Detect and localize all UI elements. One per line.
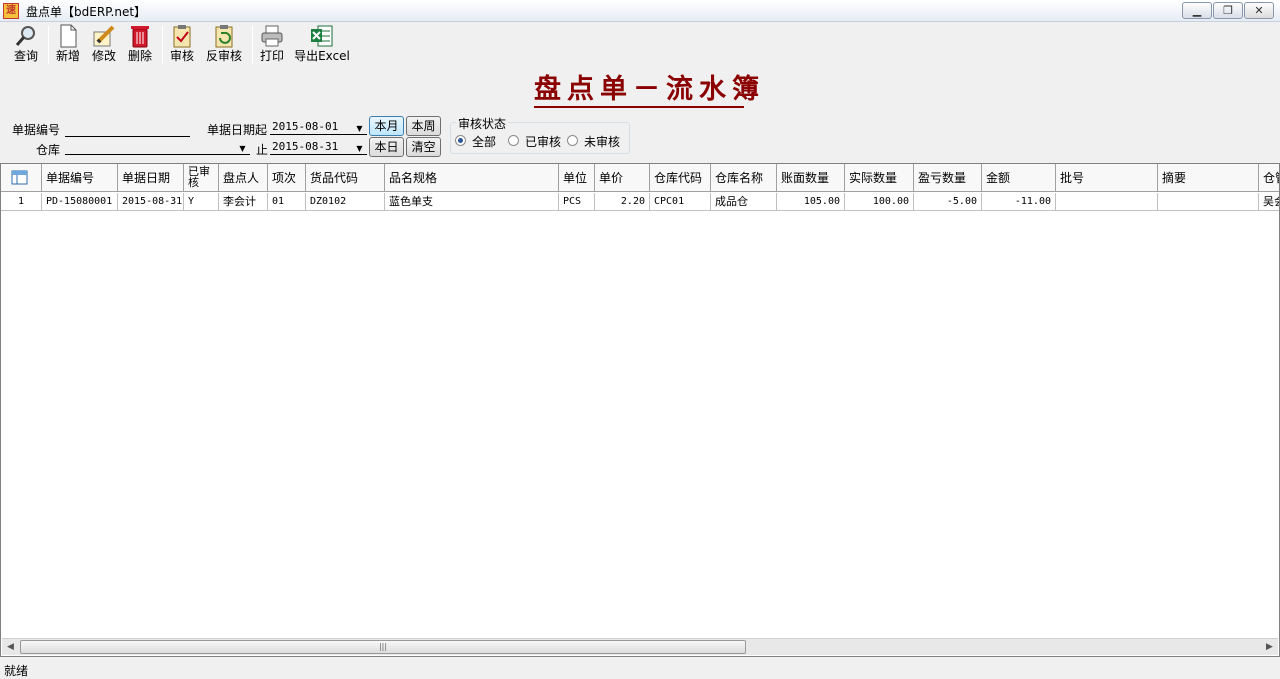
col-header-doc-no[interactable]: 单据编号 [42, 164, 118, 191]
horizontal-scrollbar[interactable]: ◀ ||| ▶ [2, 638, 1278, 655]
scroll-right-icon[interactable]: ▶ [1261, 639, 1278, 655]
col-header-goods-code[interactable]: 货品代码 [306, 164, 385, 191]
date-to-label: 止 [256, 143, 269, 157]
col-header-item-no[interactable]: 项次 [268, 164, 306, 191]
col-header-wh-code[interactable]: 仓库代码 [650, 164, 711, 191]
table-row[interactable]: 1 PD-15080001 2015-08-31 Y 李会计 01 DZ0102… [1, 193, 1279, 211]
cell-wh-code[interactable]: CPC01 [650, 193, 711, 210]
this-month-button[interactable]: 本月 [369, 116, 404, 136]
col-header-doc-date[interactable]: 单据日期 [118, 164, 184, 191]
print-button[interactable]: 打印 [258, 24, 286, 66]
date-from-dropdown-icon[interactable]: ▼ [353, 121, 366, 136]
col-header-wh-name[interactable]: 仓库名称 [711, 164, 777, 191]
radio-all-label: 全部 [472, 135, 497, 149]
grid-corner[interactable] [1, 164, 42, 191]
radio-audited-label: 已审核 [525, 135, 562, 149]
clear-button[interactable]: 清空 [406, 137, 441, 157]
grid-settings-icon [11, 170, 28, 185]
title-bar: 速 盘点单【bdERP.net】 ▁ ❐ ✕ [0, 0, 1280, 22]
grid-header: 单据编号 单据日期 已审核 盘点人 项次 货品代码 品名规格 单位 单价 仓库代… [1, 164, 1279, 192]
doc-no-label: 单据编号 [12, 123, 61, 137]
pencil-document-icon [92, 24, 116, 48]
data-grid[interactable]: 单据编号 单据日期 已审核 盘点人 项次 货品代码 品名规格 单位 单价 仓库代… [0, 163, 1280, 657]
cell-price[interactable]: 2.20 [595, 193, 650, 210]
col-header-price[interactable]: 单价 [595, 164, 650, 191]
close-button[interactable]: ✕ [1244, 2, 1274, 19]
cell-batch[interactable] [1056, 193, 1158, 210]
excel-icon [310, 24, 334, 48]
cell-doc-date[interactable]: 2015-08-31 [118, 193, 184, 210]
col-header-name-spec[interactable]: 品名规格 [385, 164, 559, 191]
status-bar: 就绪 [0, 659, 1280, 679]
cell-actual-qty[interactable]: 100.00 [845, 193, 914, 210]
app-icon: 速 [3, 3, 19, 19]
cell-amount[interactable]: -11.00 [982, 193, 1056, 210]
this-week-button[interactable]: 本周 [406, 116, 441, 136]
clipboard-undo-icon [212, 24, 236, 48]
clipboard-check-icon [170, 24, 194, 48]
audit-button[interactable]: 审核 [168, 24, 196, 66]
warehouse-input[interactable] [65, 139, 250, 155]
query-button[interactable]: 查询 [10, 24, 42, 66]
cell-diff-qty[interactable]: -5.00 [914, 193, 982, 210]
scroll-left-icon[interactable]: ◀ [2, 639, 19, 655]
new-document-icon [56, 24, 80, 48]
window-title: 盘点单【bdERP.net】 [26, 5, 147, 19]
cell-name-spec[interactable]: 蓝色单支 [385, 193, 559, 210]
today-button[interactable]: 本日 [369, 137, 404, 157]
row-seq: 1 [1, 193, 42, 210]
col-header-diff-qty[interactable]: 盈亏数量 [914, 164, 982, 191]
cell-doc-no[interactable]: PD-15080001 [42, 193, 118, 210]
warehouse-dropdown-icon[interactable]: ▼ [236, 141, 249, 156]
cell-book-qty[interactable]: 105.00 [777, 193, 845, 210]
cell-counter[interactable]: 李会计 [219, 193, 268, 210]
trash-icon [128, 24, 152, 48]
col-header-book-qty[interactable]: 账面数量 [777, 164, 845, 191]
minimize-button[interactable]: ▁ [1182, 2, 1212, 19]
cell-goods-code[interactable]: DZ0102 [306, 193, 385, 210]
maximize-button[interactable]: ❐ [1213, 2, 1243, 19]
delete-button[interactable]: 删除 [126, 24, 154, 66]
radio-unaudited[interactable] [567, 135, 578, 146]
radio-all[interactable] [455, 135, 466, 146]
radio-audited[interactable] [508, 135, 519, 146]
cell-wh-name[interactable]: 成品仓 [711, 193, 777, 210]
unaudit-button[interactable]: 反审核 [204, 24, 244, 66]
cell-item-no[interactable]: 01 [268, 193, 306, 210]
printer-icon [260, 24, 284, 48]
col-header-amount[interactable]: 金额 [982, 164, 1056, 191]
page-title: 盘点单－流水簿 [534, 74, 759, 108]
col-header-unit[interactable]: 单位 [559, 164, 595, 191]
scrollbar-thumb[interactable]: ||| [20, 640, 746, 654]
col-header-counter[interactable]: 盘点人 [219, 164, 268, 191]
col-header-actual-qty[interactable]: 实际数量 [845, 164, 914, 191]
toolbar: 查询 新增 修改 删除 审核 反审核 打印 导出Excel [0, 22, 1280, 66]
export-excel-button[interactable]: 导出Excel [294, 24, 350, 66]
col-header-keeper[interactable]: 仓管 [1259, 164, 1279, 191]
new-button[interactable]: 新增 [54, 24, 82, 66]
date-to-dropdown-icon[interactable]: ▼ [353, 141, 366, 156]
warehouse-label: 仓库 [36, 143, 61, 157]
col-header-batch[interactable]: 批号 [1056, 164, 1158, 191]
audit-status-label: 审核状态 [456, 115, 509, 132]
edit-button[interactable]: 修改 [90, 24, 118, 66]
cell-keeper[interactable]: 吴会 [1259, 193, 1279, 210]
date-from-label: 单据日期起 [207, 123, 268, 137]
cell-unit[interactable]: PCS [559, 193, 595, 210]
radio-unaudited-label: 未审核 [584, 135, 621, 149]
status-text: 就绪 [4, 664, 29, 678]
col-header-memo[interactable]: 摘要 [1158, 164, 1259, 191]
doc-no-input[interactable] [65, 121, 190, 137]
cell-memo[interactable] [1158, 193, 1259, 210]
col-header-audited[interactable]: 已审核 [184, 164, 219, 191]
magnifier-icon [14, 24, 38, 48]
cell-audited[interactable]: Y [184, 193, 219, 210]
